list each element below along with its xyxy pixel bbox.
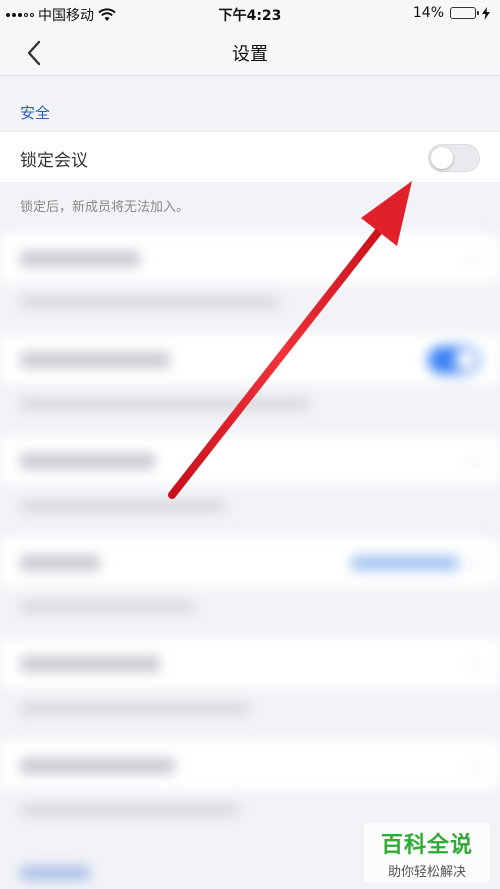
blurred-hint: [20, 804, 240, 816]
status-bar: 中国移动 下午4:23 14%: [0, 0, 500, 28]
watermark-title: 百科全说: [380, 833, 473, 858]
section-header-security: 安全: [20, 104, 51, 122]
blurred-hint: [20, 703, 250, 715]
chevron-right-icon: ›: [470, 652, 478, 676]
charging-icon: [482, 6, 490, 20]
toggle-knob: [431, 147, 453, 169]
blurred-label: [20, 656, 160, 672]
watermark-subtitle: 助你轻松解决: [387, 865, 466, 880]
blurred-row: ›: [0, 434, 500, 486]
blurred-row: [0, 333, 500, 385]
chevron-right-icon: ›: [470, 754, 478, 778]
page-title: 设置: [232, 44, 268, 65]
blurred-label: [20, 758, 175, 774]
battery-icon: [450, 7, 479, 19]
blurred-hint: [20, 601, 195, 613]
blurred-toggle: [428, 346, 480, 374]
blurred-label: [20, 555, 100, 571]
blurred-row: ›: [0, 637, 500, 689]
blurred-row: ›: [0, 232, 500, 284]
blurred-label: [20, 453, 155, 469]
battery-percent: 14%: [412, 5, 444, 21]
blurred-row: ›: [0, 739, 500, 791]
chevron-right-icon: ›: [470, 551, 478, 575]
blurred-label: [20, 251, 140, 267]
blurred-hint: [20, 296, 280, 308]
chevron-right-icon: ›: [470, 247, 478, 271]
blurred-label: [20, 352, 170, 368]
lock-meeting-label: 锁定会议: [20, 151, 88, 171]
blurred-value: [350, 555, 460, 571]
lock-meeting-hint: 锁定后，新成员将无法加入。: [20, 200, 190, 215]
blurred-row: ›: [0, 536, 500, 588]
watermark-logo: 百科全说 助你轻松解决: [364, 823, 490, 883]
lock-meeting-toggle[interactable]: [428, 144, 480, 172]
blurred-hint: [20, 398, 310, 410]
chevron-right-icon: ›: [470, 449, 478, 473]
status-right: 14%: [413, 5, 490, 21]
blurred-section-header: [20, 866, 90, 880]
lock-meeting-row: 锁定会议: [0, 131, 500, 183]
nav-bar: 设置: [0, 28, 500, 76]
blurred-hint: [20, 500, 225, 512]
